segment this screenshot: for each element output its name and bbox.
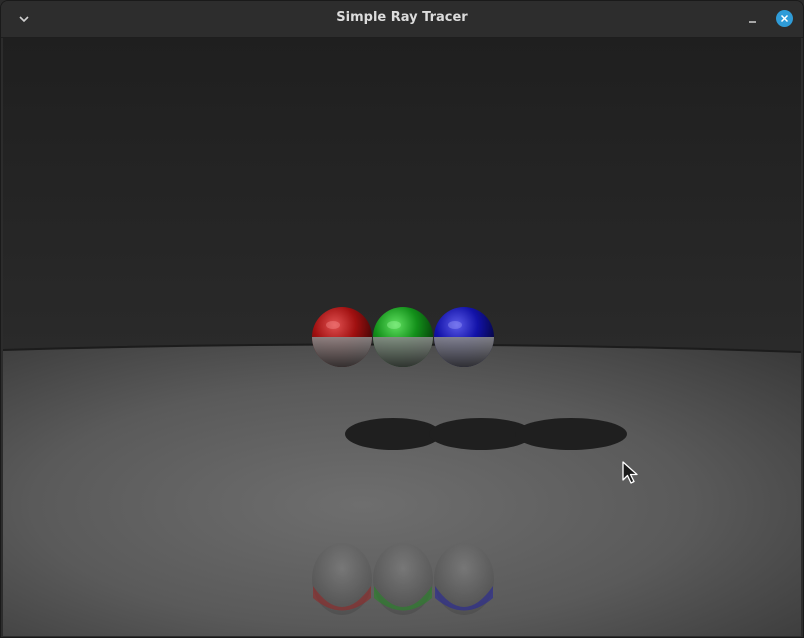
reflection-red: [312, 543, 372, 615]
window-title: Simple Ray Tracer: [336, 10, 468, 25]
shadow-blue: [515, 418, 627, 450]
render-viewport[interactable]: [3, 38, 801, 636]
mouse-pointer-icon: [621, 461, 641, 485]
shadow-red: [345, 418, 441, 450]
titlebar[interactable]: Simple Ray Tracer: [1, 1, 803, 38]
close-button[interactable]: [776, 10, 793, 27]
rendered-scene: [3, 38, 801, 636]
reflection-blue: [434, 543, 494, 615]
minimize-button[interactable]: [742, 10, 762, 28]
close-icon: [780, 14, 789, 23]
back-wall: [3, 38, 801, 354]
app-window: Simple Ray Tracer: [0, 0, 804, 638]
reflection-green: [373, 543, 433, 615]
minimize-icon: [749, 21, 756, 23]
